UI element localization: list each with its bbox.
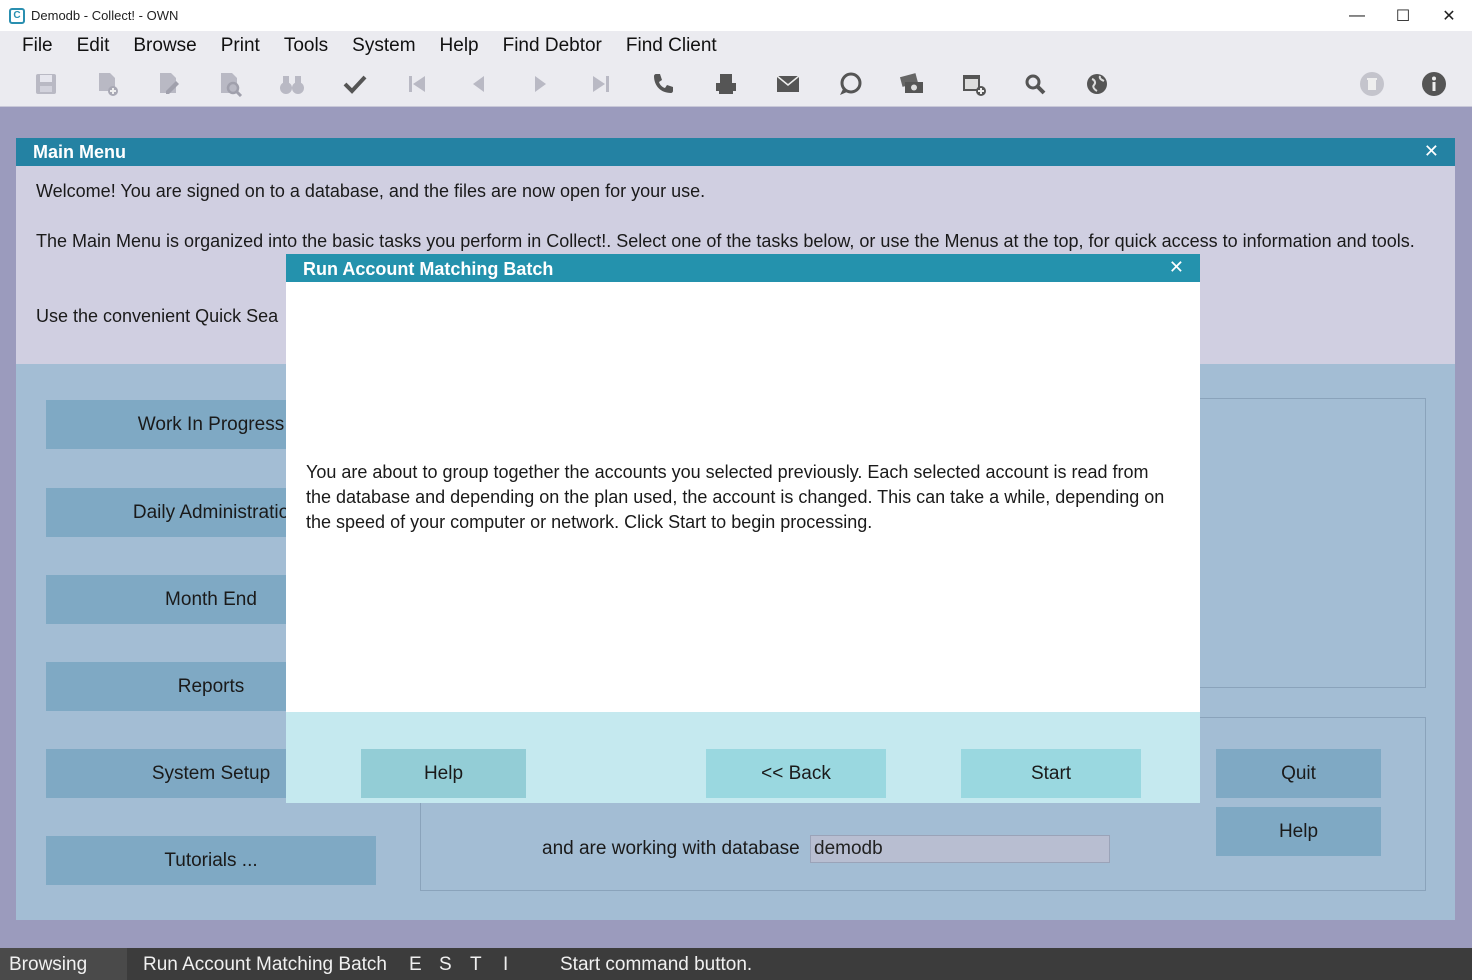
status-context: Run Account Matching Batch bbox=[143, 954, 387, 975]
main-help-button[interactable]: Help bbox=[1216, 807, 1381, 856]
status-mode: Browsing bbox=[9, 954, 88, 975]
menu-help[interactable]: Help bbox=[428, 35, 491, 57]
phone-icon[interactable] bbox=[646, 67, 680, 101]
dialog-title: Run Account Matching Batch bbox=[303, 259, 554, 279]
main-menu-header: Main Menu ✕ bbox=[16, 138, 1455, 166]
first-record-icon[interactable] bbox=[400, 67, 434, 101]
quick-search-frame bbox=[1186, 398, 1426, 688]
run-account-matching-dialog: Run Account Matching Batch ✕ You are abo… bbox=[286, 254, 1200, 803]
status-flag-t: T bbox=[470, 954, 482, 975]
info-icon[interactable] bbox=[1417, 67, 1451, 101]
menu-find-debtor[interactable]: Find Debtor bbox=[491, 35, 614, 57]
maximize-button[interactable]: ☐ bbox=[1380, 0, 1426, 31]
new-record-icon[interactable] bbox=[90, 67, 124, 101]
menu-system[interactable]: System bbox=[340, 35, 427, 57]
main-menu-title: Main Menu bbox=[33, 142, 126, 162]
trash-icon[interactable] bbox=[1355, 67, 1389, 101]
dialog-message: You are about to group together the acco… bbox=[306, 462, 1165, 532]
database-label: and are working with database bbox=[542, 838, 800, 859]
menu-print[interactable]: Print bbox=[209, 35, 272, 57]
title-bar: C Demodb - Collect! - OWN — ☐ ✕ bbox=[0, 0, 1472, 31]
database-field[interactable]: demodb bbox=[810, 835, 1110, 863]
toolbar bbox=[0, 61, 1472, 107]
menu-browse[interactable]: Browse bbox=[121, 35, 208, 57]
binoculars-icon[interactable] bbox=[275, 67, 309, 101]
dialog-header: Run Account Matching Batch ✕ bbox=[286, 254, 1200, 282]
email-icon[interactable] bbox=[771, 67, 805, 101]
window-title: Demodb - Collect! - OWN bbox=[31, 8, 179, 23]
calendar-add-icon[interactable] bbox=[957, 67, 991, 101]
previous-record-icon[interactable] bbox=[462, 67, 496, 101]
next-record-icon[interactable] bbox=[523, 67, 557, 101]
menu-edit[interactable]: Edit bbox=[65, 35, 122, 57]
payment-icon[interactable] bbox=[895, 67, 929, 101]
globe-icon[interactable] bbox=[1080, 67, 1114, 101]
tutorials-button[interactable]: Tutorials ... bbox=[46, 836, 376, 885]
start-button[interactable]: Start bbox=[961, 749, 1141, 798]
close-window-button[interactable]: ✕ bbox=[1426, 0, 1472, 31]
dialog-help-button[interactable]: Help bbox=[361, 749, 526, 798]
status-flag-i: I bbox=[503, 954, 509, 975]
welcome-text-line2: The Main Menu is organized into the basi… bbox=[36, 231, 1415, 251]
app-icon: C bbox=[9, 7, 25, 24]
chat-icon[interactable] bbox=[833, 67, 867, 101]
status-bar: Browsing Run Account Matching Batch E S … bbox=[0, 948, 1472, 980]
dialog-footer: Help << Back Start bbox=[286, 712, 1200, 803]
print-icon[interactable] bbox=[709, 67, 743, 101]
dialog-close-button[interactable]: ✕ bbox=[1169, 257, 1184, 278]
status-flag-s: S bbox=[439, 954, 452, 975]
main-menu-close-button[interactable]: ✕ bbox=[1424, 141, 1439, 162]
check-icon[interactable] bbox=[338, 67, 372, 101]
status-flag-e: E bbox=[409, 954, 422, 975]
menu-file[interactable]: File bbox=[10, 35, 65, 57]
window-controls: — ☐ ✕ bbox=[1334, 0, 1472, 31]
minimize-button[interactable]: — bbox=[1334, 0, 1380, 31]
menu-find-client[interactable]: Find Client bbox=[614, 35, 729, 57]
back-button[interactable]: << Back bbox=[706, 749, 886, 798]
status-hint: Start command button. bbox=[560, 954, 753, 975]
last-record-icon[interactable] bbox=[584, 67, 618, 101]
quit-button[interactable]: Quit bbox=[1216, 749, 1381, 798]
welcome-text-line1: Welcome! You are signed on to a database… bbox=[36, 181, 706, 201]
menu-bar: File Edit Browse Print Tools System Help… bbox=[0, 31, 1472, 61]
search-icon[interactable] bbox=[1018, 67, 1052, 101]
save-icon[interactable] bbox=[29, 67, 63, 101]
preview-icon[interactable] bbox=[213, 67, 247, 101]
menu-tools[interactable]: Tools bbox=[272, 35, 340, 57]
edit-record-icon[interactable] bbox=[151, 67, 185, 101]
